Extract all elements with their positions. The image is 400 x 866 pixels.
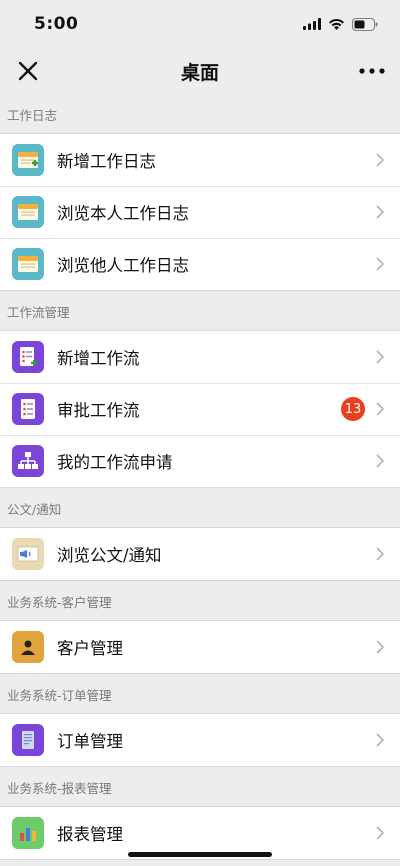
workflow-list: 新增工作流 审批工作流 13 我的工作流申请 bbox=[0, 331, 400, 488]
close-icon[interactable] bbox=[16, 59, 40, 83]
more-options-icon[interactable] bbox=[358, 59, 386, 83]
calendar-icon bbox=[12, 248, 44, 280]
status-bar: 5:00 bbox=[0, 0, 400, 48]
chevron-right-icon bbox=[376, 350, 385, 364]
chevron-right-icon bbox=[376, 205, 385, 219]
chevron-right-icon bbox=[376, 547, 385, 561]
megaphone-icon bbox=[12, 538, 44, 570]
section-header-work-log: 工作日志 bbox=[0, 94, 400, 134]
calendar-add-icon bbox=[12, 144, 44, 176]
list-item-my-workflow-requests[interactable]: 我的工作流申请 bbox=[0, 435, 400, 487]
notices-list: 浏览公文/通知 bbox=[0, 528, 400, 581]
home-indicator[interactable] bbox=[128, 852, 272, 857]
item-label: 新增工作流 bbox=[57, 349, 140, 368]
checklist-icon bbox=[12, 393, 44, 425]
battery-icon bbox=[352, 17, 378, 31]
list-item-order-management[interactable]: 订单管理 bbox=[0, 714, 400, 766]
item-label: 浏览本人工作日志 bbox=[57, 204, 189, 223]
item-label: 新增工作日志 bbox=[57, 152, 156, 171]
section-header-customer-management: 业务系统-客户管理 bbox=[0, 581, 400, 621]
list-item-browse-others-work-log[interactable]: 浏览他人工作日志 bbox=[0, 238, 400, 290]
list-item-approve-workflow[interactable]: 审批工作流 13 bbox=[0, 383, 400, 435]
unread-count-badge: 13 bbox=[341, 397, 365, 421]
document-icon bbox=[12, 724, 44, 756]
system-icons bbox=[303, 17, 378, 31]
section-header-order-management: 业务系统-订单管理 bbox=[0, 674, 400, 714]
list-item-customer-management[interactable]: 客户管理 bbox=[0, 621, 400, 673]
checklist-add-icon bbox=[12, 341, 44, 373]
nav-bar: 桌面 bbox=[0, 48, 400, 94]
list-item-browse-own-work-log[interactable]: 浏览本人工作日志 bbox=[0, 186, 400, 238]
chevron-right-icon bbox=[376, 733, 385, 747]
section-header-workflow: 工作流管理 bbox=[0, 291, 400, 331]
item-label: 报表管理 bbox=[57, 825, 123, 844]
work-log-list: 新增工作日志 浏览本人工作日志 浏览他人工作日志 bbox=[0, 134, 400, 291]
org-chart-icon bbox=[12, 445, 44, 477]
list-item-add-work-log[interactable]: 新增工作日志 bbox=[0, 134, 400, 186]
item-label: 我的工作流申请 bbox=[57, 453, 173, 472]
status-time: 5:00 bbox=[34, 14, 79, 34]
item-label: 订单管理 bbox=[57, 732, 123, 751]
item-label: 客户管理 bbox=[57, 639, 123, 658]
chevron-right-icon bbox=[376, 402, 385, 416]
chevron-right-icon bbox=[376, 153, 385, 167]
chevron-right-icon bbox=[376, 257, 385, 271]
chevron-right-icon bbox=[376, 826, 385, 840]
item-label: 审批工作流 bbox=[57, 401, 140, 420]
list-item-browse-notices[interactable]: 浏览公文/通知 bbox=[0, 528, 400, 580]
chevron-right-icon bbox=[376, 454, 385, 468]
item-label: 浏览公文/通知 bbox=[57, 546, 162, 565]
customer-list: 客户管理 bbox=[0, 621, 400, 674]
chevron-right-icon bbox=[376, 640, 385, 654]
section-header-notices: 公文/通知 bbox=[0, 488, 400, 528]
section-header-report-management: 业务系统-报表管理 bbox=[0, 767, 400, 807]
page-title: 桌面 bbox=[180, 61, 219, 84]
wifi-icon bbox=[329, 18, 344, 30]
list-item-add-workflow[interactable]: 新增工作流 bbox=[0, 331, 400, 383]
item-label: 浏览他人工作日志 bbox=[57, 256, 189, 275]
calendar-icon bbox=[12, 196, 44, 228]
order-list: 订单管理 bbox=[0, 714, 400, 767]
bar-chart-icon bbox=[12, 817, 44, 849]
person-icon bbox=[12, 631, 44, 663]
cellular-signal-icon bbox=[303, 18, 321, 30]
